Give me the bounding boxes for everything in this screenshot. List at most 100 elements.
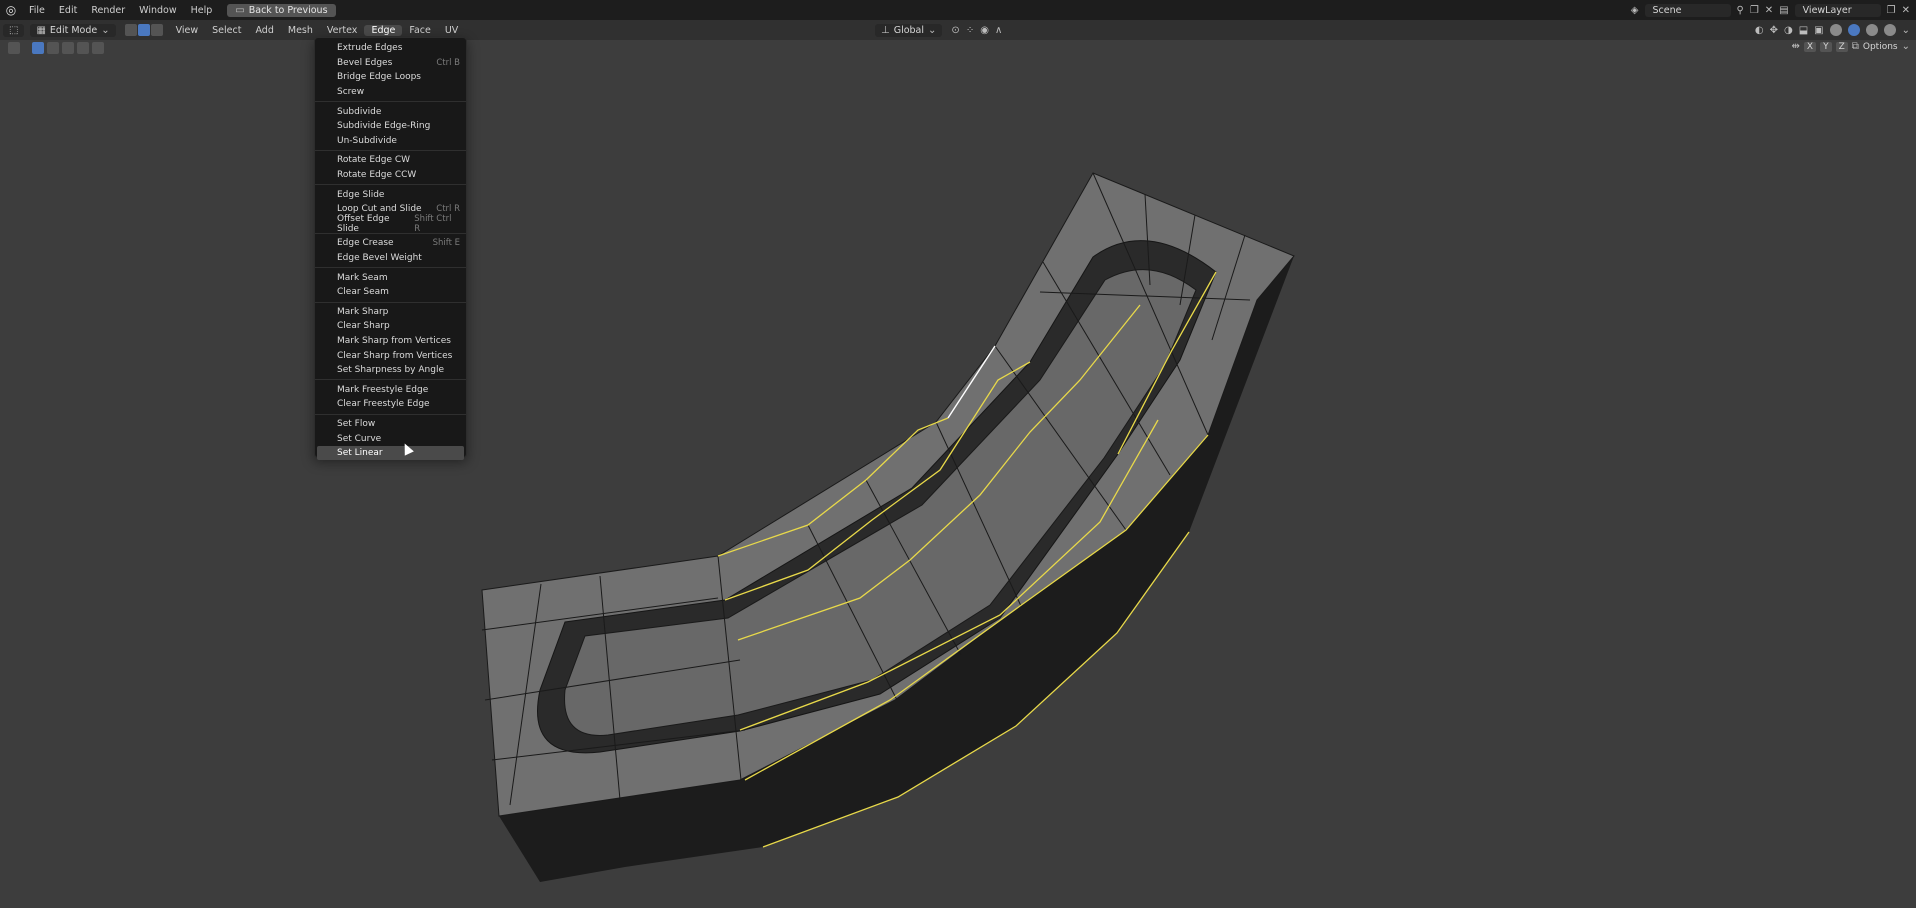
menu-mesh[interactable]: Mesh — [281, 25, 320, 36]
menu-view[interactable]: View — [169, 25, 206, 36]
menu-item-clear-freestyle-edge[interactable]: Clear Freestyle Edge — [315, 397, 466, 412]
chevron-down-icon[interactable]: ⌄ — [1902, 25, 1910, 36]
viewport-display-controls: ◐ ✥ ◑ ⬓ ▣ ⌄ — [1755, 20, 1910, 40]
menu-item-set-flow[interactable]: Set Flow — [315, 417, 466, 432]
menu-item-extrude-edges[interactable]: Extrude Edges — [315, 41, 466, 56]
menu-item-label: Screw — [337, 87, 365, 98]
menu-window[interactable]: Window — [132, 5, 183, 16]
menu-item-edge-slide[interactable]: Edge Slide — [315, 187, 466, 202]
solid-shading-icon[interactable] — [1847, 24, 1860, 36]
menu-item-shortcut: Ctrl R — [436, 204, 460, 215]
mode-dropdown[interactable]: ▦ Edit Mode ⌄ — [30, 23, 116, 37]
menu-item-label: Clear Seam — [337, 287, 389, 298]
menu-item-label: Clear Sharp from Vertices — [337, 350, 453, 361]
view-layer-name: ViewLayer — [1802, 4, 1852, 16]
menu-item-mark-sharp-from-vertices[interactable]: Mark Sharp from Vertices — [315, 334, 466, 349]
remove-view-layer-icon[interactable]: ✕ — [1902, 5, 1910, 16]
menu-render[interactable]: Render — [84, 5, 132, 16]
new-scene-icon[interactable]: ❐ — [1750, 5, 1759, 16]
menu-edge[interactable]: Edge — [364, 24, 403, 36]
vertex-select-icon[interactable] — [124, 24, 137, 36]
menu-item-mark-seam[interactable]: Mark Seam — [315, 270, 466, 285]
pivot-icon[interactable]: ⊙ — [951, 25, 959, 36]
menu-item-label: Set Flow — [337, 418, 376, 429]
edge-select-icon[interactable] — [137, 24, 150, 36]
blender-logo-icon[interactable]: ◎ — [0, 3, 22, 17]
menu-item-rotate-edge-ccw[interactable]: Rotate Edge CCW — [315, 168, 466, 183]
mesh-overlay-icon[interactable]: ⬓ — [1799, 25, 1808, 36]
menu-help[interactable]: Help — [184, 5, 220, 16]
menu-uv[interactable]: UV — [438, 25, 465, 36]
menu-item-mark-sharp[interactable]: Mark Sharp — [315, 305, 466, 320]
menu-vertex[interactable]: Vertex — [320, 25, 365, 36]
pin-icon[interactable]: ⚲ — [1737, 5, 1744, 16]
rendered-shading-icon[interactable] — [1883, 24, 1896, 36]
mode-label: Edit Mode — [49, 24, 98, 36]
menu-item-set-curve[interactable]: Set Curve — [315, 431, 466, 446]
menu-item-shortcut: Shift E — [432, 238, 460, 249]
menu-item-rotate-edge-cw[interactable]: Rotate Edge CW — [315, 153, 466, 168]
menu-item-edge-bevel-weight[interactable]: Edge Bevel Weight — [315, 251, 466, 266]
select-mode-buttons — [124, 24, 163, 36]
menu-item-subdivide[interactable]: Subdivide — [315, 104, 466, 119]
edit-mode-icon: ▦ — [36, 24, 46, 36]
menu-face[interactable]: Face — [402, 25, 437, 36]
back-to-previous-button[interactable]: ▭ Back to Previous — [227, 3, 336, 17]
menu-separator — [315, 150, 466, 152]
snap-icon[interactable]: ⁘ — [966, 25, 974, 36]
menu-item-label: Mark Sharp from Vertices — [337, 335, 451, 346]
menu-item-set-sharpness-by-angle[interactable]: Set Sharpness by Angle — [315, 363, 466, 378]
top-bar: ◎ File Edit Render Window Help ▭ Back to… — [0, 0, 1916, 20]
menu-item-label: Bridge Edge Loops — [337, 72, 421, 83]
top-right-fields: ◈ Scene ⚲ ❐ ✕ ▤ ViewLayer ❐ ✕ — [1631, 0, 1910, 20]
transform-controls: ⊥ Global ⌄ ⊙ ⁘ ◉ ∧ — [872, 20, 1002, 40]
scene-field[interactable]: Scene — [1644, 3, 1731, 17]
menu-item-bridge-edge-loops[interactable]: Bridge Edge Loops — [315, 70, 466, 85]
close-icon[interactable]: ✕ — [1765, 5, 1773, 16]
material-shading-icon[interactable] — [1865, 24, 1878, 36]
menu-item-edge-crease[interactable]: Edge Crease Shift E — [315, 236, 466, 251]
gizmo-icon[interactable]: ✥ — [1770, 25, 1778, 36]
scene-icon[interactable]: ◈ — [1631, 5, 1639, 16]
orientation-dropdown[interactable]: ⊥ Global ⌄ — [875, 23, 943, 37]
menu-item-subdivide-edge-ring[interactable]: Subdivide Edge-Ring — [315, 119, 466, 134]
viewport-3d[interactable] — [0, 40, 1916, 908]
overlay-icon[interactable]: ◑ — [1784, 25, 1793, 36]
menu-separator — [315, 413, 466, 415]
menu-item-clear-sharp-from-vertices[interactable]: Clear Sharp from Vertices — [315, 348, 466, 363]
view-layer-icon[interactable]: ▤ — [1779, 5, 1788, 16]
menu-add[interactable]: Add — [248, 25, 280, 36]
face-select-icon[interactable] — [150, 24, 163, 36]
orientation-icon: ⊥ — [881, 24, 890, 36]
menu-item-bevel-edges[interactable]: Bevel Edges Ctrl B — [315, 56, 466, 71]
wireframe-shading-icon[interactable] — [1829, 24, 1842, 36]
viewport-header: ⬚ ▦ Edit Mode ⌄ View Select Add Mesh Ver… — [0, 20, 1916, 40]
menu-item-set-linear[interactable]: Set Linear — [317, 445, 464, 461]
menu-item-label: Clear Freestyle Edge — [337, 399, 430, 410]
menu-separator — [315, 301, 466, 303]
menu-item-label: Mark Freestyle Edge — [337, 384, 429, 395]
menu-edit[interactable]: Edit — [52, 5, 84, 16]
menu-item-mark-freestyle-edge[interactable]: Mark Freestyle Edge — [315, 382, 466, 397]
xray-icon[interactable]: ▣ — [1814, 25, 1823, 36]
menu-item-un-subdivide[interactable]: Un-Subdivide — [315, 134, 466, 149]
menu-separator — [315, 267, 466, 269]
menu-item-clear-sharp[interactable]: Clear Sharp — [315, 319, 466, 334]
menu-item-screw[interactable]: Screw — [315, 85, 466, 100]
menu-item-clear-seam[interactable]: Clear Seam — [315, 285, 466, 300]
falloff-icon[interactable]: ∧ — [995, 25, 1002, 36]
menu-select[interactable]: Select — [205, 25, 248, 36]
menu-item-label: Edge Bevel Weight — [337, 253, 422, 264]
new-view-layer-icon[interactable]: ❐ — [1887, 5, 1896, 16]
menu-item-label: Offset Edge Slide — [337, 213, 390, 234]
menu-item-offset-edge-slide[interactable]: Offset Edge Slide Shift Ctrl R — [315, 213, 466, 234]
visibility-icon[interactable]: ◐ — [1755, 25, 1764, 36]
proportional-edit-icon[interactable]: ◉ — [980, 25, 989, 36]
menu-item-shortcut: Ctrl B — [436, 57, 460, 68]
menu-item-label: Mark Sharp — [337, 306, 389, 317]
menu-item-label: Mark Seam — [337, 272, 388, 283]
view-layer-field[interactable]: ViewLayer — [1794, 3, 1881, 17]
edge-menu: Extrude Edges Bevel Edges Ctrl B Bridge E… — [314, 37, 467, 461]
menu-file[interactable]: File — [22, 5, 52, 16]
editor-type-dropdown[interactable]: ⬚ — [3, 23, 25, 37]
